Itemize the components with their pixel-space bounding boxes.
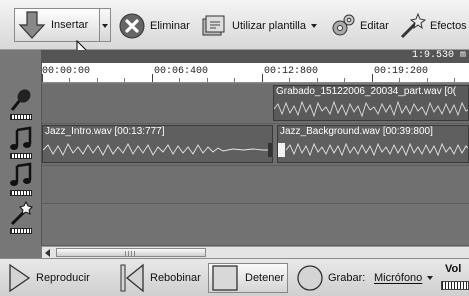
audio-clip-background[interactable]: Jazz_Background.wav [00:39:800] — [277, 125, 469, 163]
stop-icon — [209, 264, 241, 292]
effects-wand-icon — [398, 12, 427, 40]
delete-icon — [118, 12, 146, 40]
delete-button[interactable]: Eliminar — [118, 9, 190, 43]
track-area[interactable]: Grabado_15122006_20034_part.wav [0( Jazz… — [42, 84, 469, 246]
effects-button[interactable]: Efectos — [398, 9, 467, 43]
effects-label: Efectos — [430, 20, 467, 32]
delete-label: Eliminar — [150, 20, 190, 32]
track-volume-bar[interactable] — [10, 228, 32, 234]
wand-icon[interactable] — [8, 200, 34, 230]
track-lane[interactable] — [42, 204, 469, 246]
track-lane[interactable]: Jazz_Intro.wav [00:13:777] Jazz_Backgrou… — [42, 124, 469, 166]
template-icon — [200, 12, 228, 40]
track-volume-bar[interactable] — [10, 153, 32, 159]
track-volume-bar[interactable] — [10, 114, 32, 120]
use-template-button[interactable]: Utilizar plantilla — [200, 9, 317, 43]
track-volume-bar[interactable] — [10, 190, 32, 196]
volume-label: Vol — [445, 263, 462, 275]
edit-button[interactable]: Editar — [328, 9, 389, 43]
template-label: Utilizar plantilla — [232, 20, 306, 32]
track-headers — [0, 50, 42, 246]
scrollbar-grip — [125, 251, 137, 256]
record-icon — [296, 263, 324, 293]
scroll-left-arrow-icon[interactable] — [45, 249, 50, 257]
stop-label: Detener — [245, 272, 285, 284]
ruler-label: 00:06:400 — [154, 66, 209, 77]
duration-label: 1:9.530 m — [411, 50, 466, 61]
music-note-icon[interactable] — [8, 126, 34, 156]
arrow-down-icon — [17, 10, 47, 40]
insert-label: Insertar — [51, 19, 89, 31]
waveform — [274, 100, 468, 118]
rewind-label: Rebobinar — [150, 272, 201, 284]
chevron-down-icon — [102, 24, 108, 28]
transport-bar: Reproducir Rebobinar Detener Grabar: Mic… — [0, 258, 469, 296]
edit-gear-icon — [328, 12, 356, 40]
scroll-gutter — [0, 246, 42, 258]
audio-clip-intro[interactable]: Jazz_Intro.wav [00:13:777] — [42, 125, 273, 163]
audio-clip-recorded[interactable]: Grabado_15122006_20034_part.wav [0( — [273, 85, 469, 121]
waveform — [278, 142, 468, 157]
music-note-icon[interactable] — [8, 162, 34, 192]
horizontal-scrollbar[interactable] — [42, 246, 469, 258]
track-lane[interactable] — [42, 166, 469, 204]
insert-dropdown-button[interactable] — [100, 8, 111, 42]
chevron-down-icon — [310, 24, 317, 28]
stop-button[interactable]: Detener — [208, 263, 289, 293]
chevron-down-icon — [427, 276, 434, 280]
play-icon — [6, 263, 32, 293]
clip-title: Jazz_Background.wav [00:39:800] — [280, 126, 433, 137]
record-source-value: Micrófono — [374, 272, 423, 284]
duration-bar: 1:9.530 m — [42, 50, 469, 63]
play-label: Reproducir — [36, 272, 90, 284]
waveform — [43, 143, 272, 157]
insert-button[interactable]: Insertar — [14, 8, 100, 42]
scrollbar-thumb[interactable] — [56, 248, 206, 257]
track-lane[interactable]: Grabado_15122006_20034_part.wav [0( — [42, 84, 469, 124]
play-button[interactable]: Reproducir — [6, 263, 90, 293]
record-label: Grabar: — [328, 272, 366, 284]
ruler-label: 00:19:200 — [374, 66, 429, 77]
ruler-label: 00:12:800 — [264, 66, 319, 77]
volume-meter[interactable] — [441, 281, 469, 290]
rewind-button[interactable]: Rebobinar — [118, 263, 201, 293]
clip-title: Jazz_Intro.wav [00:13:777] — [45, 126, 165, 137]
rewind-icon — [118, 263, 146, 293]
toolbar: Insertar Eliminar Utilizar plantilla Edi… — [0, 0, 469, 63]
edit-label: Editar — [360, 20, 389, 32]
time-ruler[interactable]: 00:00:00 00:06:400 00:12:800 00:19:200 — [42, 63, 469, 83]
clip-title: Grabado_15122006_20034_part.wav [0( — [276, 86, 457, 97]
ruler-label: 00:00:00 — [42, 66, 91, 77]
record-source-select[interactable]: Micrófono — [374, 263, 434, 293]
record-button[interactable]: Grabar: — [296, 263, 365, 293]
